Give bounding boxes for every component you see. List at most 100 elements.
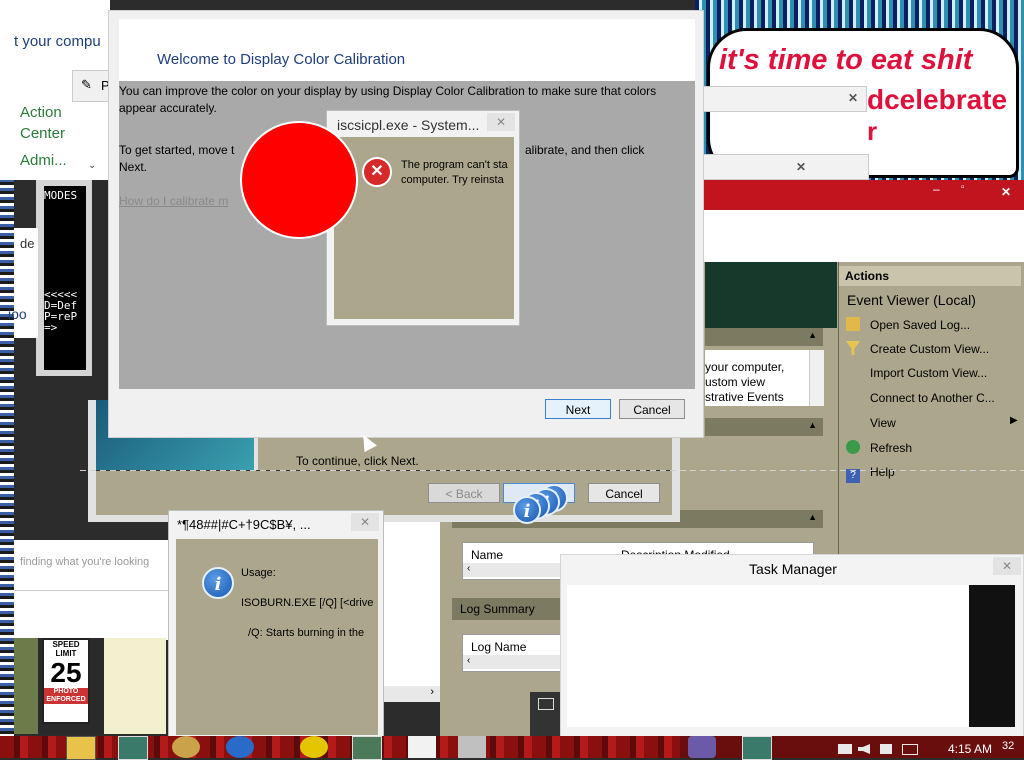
control-panel-icon[interactable] [688, 736, 716, 758]
minimize-icon[interactable]: – [933, 182, 940, 196]
action-label: Refresh [870, 441, 913, 455]
scroll-left-icon[interactable]: ‹ [467, 655, 470, 666]
clock-app-icon[interactable] [458, 736, 486, 758]
isoburn-title: *¶48##|#C+†9C$B¥, ... [177, 517, 311, 532]
name-column-header[interactable]: Name [471, 548, 503, 562]
small-window-fragment [530, 692, 560, 736]
search-fragment-panel: finding what you're looking [14, 540, 174, 640]
folder-icon [846, 317, 860, 331]
glitch-line [80, 470, 1024, 471]
blank-icon [846, 415, 860, 429]
error-message-line1: The program can't sta [401, 159, 508, 171]
isoburn-body: i Usage: ISOBURN.EXE [/Q] [<drive /Q: St… [176, 539, 378, 735]
internet-explorer-icon[interactable] [226, 736, 254, 758]
divider [14, 590, 174, 591]
log-summary-label[interactable]: Log Summary [460, 602, 535, 616]
overview-line1: your computer, [705, 360, 785, 374]
action-help[interactable]: ? Help [846, 465, 895, 483]
log-name-header[interactable]: Log Name [471, 640, 526, 654]
action-label: Help [870, 465, 895, 479]
left-fragment-hoo: ioo [8, 306, 27, 322]
cancel-button[interactable]: Cancel [619, 399, 685, 419]
red-circle [240, 121, 358, 239]
task-manager-close[interactable]: ✕ [993, 557, 1021, 575]
action-open-saved-log[interactable]: Open Saved Log... [846, 317, 970, 332]
next-button[interactable]: Next [545, 399, 611, 419]
meme-line2: dcelebrate [867, 84, 1008, 115]
window-app-icon[interactable] [742, 736, 772, 760]
isoburn-dialog: *¶48##|#C+†9C$B¥, ... ✕ i Usage: ISOBURN… [168, 510, 384, 738]
close-icon[interactable]: ✕ [790, 159, 812, 175]
collapse-icon[interactable]: ▲ [808, 420, 817, 430]
action-connect[interactable]: Connect to Another C... [846, 390, 995, 405]
network-icon[interactable] [838, 744, 852, 754]
photo-foliage [14, 638, 38, 734]
white-panel-behind-isoburn: › [384, 522, 440, 702]
sign-line1: SPEED [52, 640, 80, 649]
taskbar-left-glitch [0, 736, 680, 758]
speed-sign: SPEED LIMIT 25 PHOTO ENFORCED [42, 638, 90, 724]
horizontal-scrollbar[interactable]: ‹ [463, 655, 573, 669]
red-window-body [695, 210, 1024, 262]
continue-text: To continue, click Next. [296, 454, 419, 468]
maximize-icon[interactable]: ▫ [961, 182, 965, 193]
settings-app-icon[interactable] [172, 736, 200, 758]
wizard-cancel-button[interactable]: Cancel [588, 483, 660, 503]
calibration-para2-next: Next. [119, 160, 148, 174]
log-summary-bar: Log Summary [452, 598, 572, 620]
info-icon: i [202, 567, 234, 599]
event-viewer-left-strip [705, 262, 837, 328]
action-label: Open Saved Log... [870, 318, 971, 332]
overlapping-bar-1: ✕ [695, 86, 867, 112]
isoburn-close[interactable]: ✕ [351, 513, 379, 531]
refresh-icon [846, 440, 860, 454]
scrollbar-bottom[interactable]: › [384, 686, 440, 702]
calibration-help-link[interactable]: How do I calibrate m [119, 194, 228, 208]
action-import-custom-view[interactable]: Import Custom View... [846, 365, 987, 380]
meme-line3: r [867, 116, 878, 146]
window-icon [538, 698, 554, 710]
calibration-header: Welcome to Display Color Calibration [119, 19, 695, 81]
scroll-right-icon[interactable]: › [430, 686, 434, 698]
scroll-left-icon[interactable]: ‹ [467, 563, 470, 574]
collapse-icon[interactable]: ▲ [808, 330, 817, 340]
action-refresh[interactable]: Refresh [846, 440, 912, 455]
media-app-icon[interactable] [300, 736, 328, 758]
admin-link[interactable]: Admi... [20, 152, 67, 169]
blank-icon [846, 390, 860, 404]
overlapping-bar-2: ✕ [695, 154, 869, 180]
close-icon[interactable]: ✕ [995, 184, 1017, 200]
error-dialog-close[interactable]: ✕ [487, 113, 515, 131]
filter-icon [846, 341, 860, 355]
action-center-link[interactable]: Action Center [20, 102, 90, 144]
action-label: View [870, 416, 896, 430]
back-button[interactable]: < Back [428, 483, 500, 503]
vertical-scrollbar[interactable] [809, 350, 824, 406]
section-header-bar-2: ▲ [705, 418, 823, 436]
wizard-behind-footer [96, 470, 672, 515]
log-name-table: Log Name ‹ [462, 634, 574, 672]
blank-icon [846, 365, 860, 379]
flag-icon[interactable] [880, 744, 892, 754]
window-app-icon[interactable] [118, 736, 148, 760]
sign-line3: PHOTO [44, 688, 88, 696]
scroll-down-icon[interactable]: ⌄ [88, 160, 96, 171]
collapse-icon[interactable]: ▲ [808, 512, 817, 522]
file-explorer-icon[interactable] [66, 736, 96, 760]
notepad-app-icon[interactable] [352, 736, 382, 760]
console-screen: MODES <<<<< D=Def P=reP => [44, 186, 86, 370]
console-window: MODES <<<<< D=Def P=reP => [36, 180, 92, 376]
actions-header: Actions [839, 266, 1021, 286]
music-app-icon[interactable] [408, 736, 436, 758]
taskbar-clock[interactable]: 4:15 AM [948, 742, 992, 756]
action-create-custom-view[interactable]: Create Custom View... [846, 341, 989, 356]
action-view[interactable]: View ▶ [846, 415, 1018, 430]
error-icon: ✕ [362, 157, 392, 187]
task-manager-dark-panel [969, 585, 1015, 727]
close-icon[interactable]: ✕ [842, 90, 864, 106]
task-manager-window: Task Manager ✕ [560, 554, 1024, 738]
battery-icon[interactable] [902, 744, 918, 755]
error-dialog: iscsicpl.exe - System... ✕ ✕ The program… [326, 110, 520, 326]
console-text: MODES <<<<< D=Def P=reP => [44, 189, 78, 334]
event-viewer-root[interactable]: Event Viewer (Local) [847, 292, 976, 308]
